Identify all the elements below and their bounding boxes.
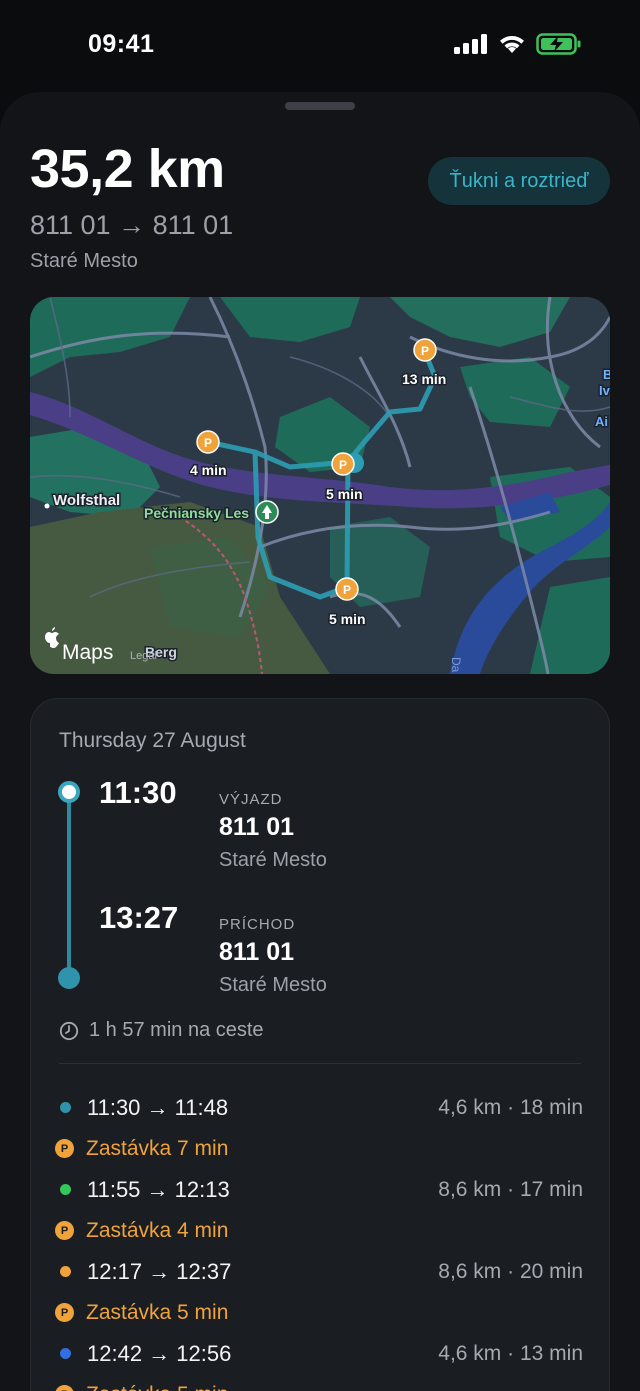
- segment-row[interactable]: 12:17 → 12:37 8,6 km · 20 min: [55, 1251, 583, 1292]
- svg-text:P: P: [421, 344, 429, 358]
- map-stop-label: 5 min: [326, 486, 363, 502]
- trip-route: 811 01 → 811 01: [30, 210, 234, 240]
- segment-meta: 8,6 km · 17 min: [438, 1177, 583, 1201]
- segment-row[interactable]: 11:30 → 11:48 4,6 km · 18 min: [55, 1087, 583, 1128]
- status-icons: [454, 33, 582, 55]
- svg-text:P: P: [204, 436, 212, 450]
- segment-color-dot: [60, 1348, 71, 1359]
- segment-row[interactable]: 11:55 → 12:13 8,6 km · 17 min: [55, 1169, 583, 1210]
- parking-icon: P: [55, 1385, 74, 1391]
- arrival-city: Staré Mesto: [219, 974, 327, 996]
- trip-area: Staré Mesto: [30, 250, 138, 272]
- segment-color-dot: [60, 1266, 71, 1277]
- stop-text: Zastávka 5 min: [86, 1383, 228, 1391]
- trip-date: Thursday 27 August: [59, 729, 246, 752]
- trip-detail-sheet: 35,2 km 811 01 → 811 01 Staré Mesto Ťukn…: [0, 92, 640, 1391]
- svg-text:B: B: [603, 367, 610, 382]
- departure-city: Staré Mesto: [219, 849, 327, 871]
- arrival-time: 13:27: [99, 900, 179, 935]
- segment-row[interactable]: 12:42 → 12:56 4,6 km · 13 min: [55, 1333, 583, 1374]
- departure-zip: 811 01: [219, 813, 295, 841]
- segment-times: 11:30 → 11:48: [87, 1094, 229, 1120]
- maps-brand: Maps: [62, 641, 113, 664]
- trip-duration: 1 h 57 min na ceste: [59, 1019, 264, 1042]
- map-stop-label: 4 min: [190, 462, 227, 478]
- segment-list: 11:30 → 11:48 4,6 km · 18 min P Zastávka…: [55, 1087, 583, 1391]
- parking-icon: P: [55, 1303, 74, 1322]
- wifi-icon: [500, 36, 524, 53]
- parking-icon: P: [55, 1139, 74, 1158]
- map-canvas: P P P P 4 min 5 min 13 min 5 min Wolfsth…: [30, 297, 610, 674]
- segment-times: 11:55 → 12:13: [87, 1176, 230, 1202]
- map-legal-link: Legal: [130, 650, 157, 662]
- map-label-forest: Pečniansky Les: [144, 505, 249, 521]
- divider: [59, 1063, 581, 1064]
- svg-text:P: P: [343, 583, 351, 597]
- clock-icon: [59, 1021, 79, 1040]
- segment-meta: 4,6 km · 18 min: [438, 1095, 583, 1119]
- timeline-end-dot: [58, 967, 80, 989]
- segment-color-dot: [60, 1184, 71, 1195]
- map-label-wolfsthal: Wolfsthal: [53, 492, 120, 509]
- segment-times: 12:17 → 12:37: [87, 1258, 232, 1284]
- stop-text: Zastávka 7 min: [86, 1136, 229, 1160]
- stop-row[interactable]: P Zastávka 7 min: [55, 1128, 583, 1169]
- svg-text:Ai: Ai: [595, 414, 608, 429]
- battery-charging-icon: [536, 33, 581, 55]
- svg-text:Da: Da: [449, 657, 463, 673]
- segment-times: 12:42 → 12:56: [87, 1340, 232, 1366]
- status-bar: 09:41: [0, 0, 640, 92]
- stop-row[interactable]: P Zastávka 5 min: [55, 1292, 583, 1333]
- arrival-kind: PRÍCHOD: [219, 916, 296, 933]
- timeline-line: [67, 795, 71, 983]
- trip-map[interactable]: P P P P 4 min 5 min 13 min 5 min Wolfsth…: [30, 297, 610, 674]
- map-stop-label: 13 min: [402, 371, 446, 387]
- segment-meta: 4,6 km · 13 min: [438, 1341, 583, 1365]
- trip-distance: 35,2 km: [30, 139, 225, 199]
- sort-button[interactable]: Ťukni a roztrieď: [428, 157, 610, 205]
- timeline-start-dot: [58, 781, 80, 803]
- departure-time: 11:30: [99, 775, 177, 810]
- svg-text:Iv: Iv: [599, 383, 610, 398]
- cellular-signal-icon: [454, 34, 487, 54]
- parking-icon: P: [55, 1221, 74, 1240]
- trip-duration-text: 1 h 57 min na ceste: [89, 1019, 264, 1041]
- segment-meta: 8,6 km · 20 min: [438, 1259, 583, 1283]
- map-stop-label: 5 min: [329, 611, 366, 627]
- stop-text: Zastávka 4 min: [86, 1218, 229, 1242]
- sheet-grabber[interactable]: [285, 102, 355, 110]
- stop-row[interactable]: P Zastávka 4 min: [55, 1210, 583, 1251]
- svg-text:P: P: [339, 458, 347, 472]
- segment-color-dot: [60, 1102, 71, 1113]
- stop-row[interactable]: P Zastávka 5 min: [55, 1374, 583, 1391]
- trip-card: Thursday 27 August 11:30 VÝJAZD 811 01 S…: [30, 698, 610, 1391]
- status-time: 09:41: [88, 30, 155, 58]
- arrival-zip: 811 01: [219, 938, 295, 966]
- departure-kind: VÝJAZD: [219, 791, 283, 808]
- stop-text: Zastávka 5 min: [86, 1300, 229, 1324]
